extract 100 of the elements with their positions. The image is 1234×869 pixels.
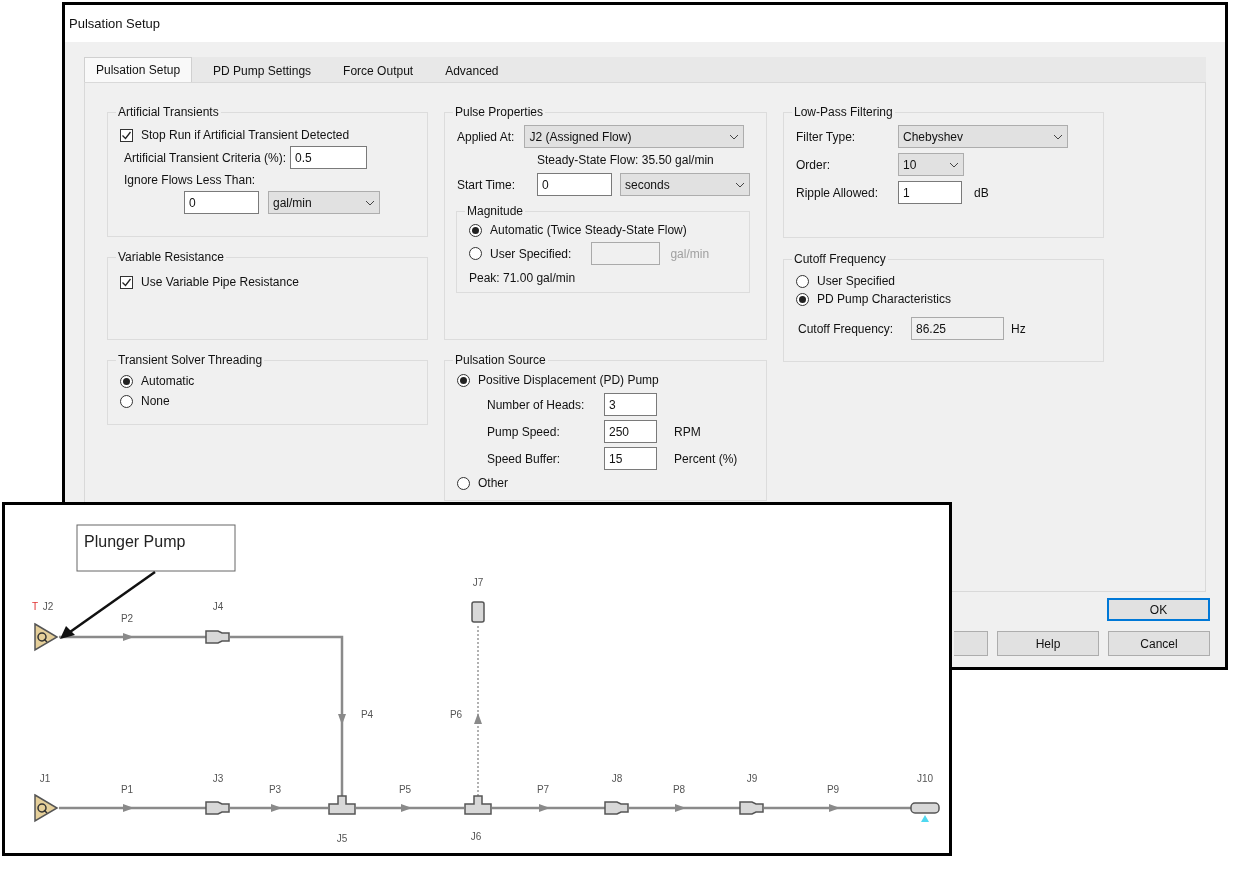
group-title: Variable Resistance <box>117 249 225 266</box>
tab[interactable]: Force Output <box>332 60 425 82</box>
pipe-label: P5 <box>398 784 412 795</box>
group-title: Transient Solver Threading <box>117 352 264 369</box>
radio-label: Automatic <box>141 373 195 390</box>
unit-label: RPM <box>674 423 701 441</box>
radio-button[interactable] <box>796 292 809 306</box>
node-label: J8 <box>611 773 623 784</box>
node-label: J7 <box>472 577 484 588</box>
dead-end-icon <box>471 601 485 623</box>
group-title: Magnitude <box>466 203 525 220</box>
field-label: Speed Buffer: <box>487 450 562 468</box>
field-label: Applied At: <box>457 128 515 146</box>
radio-label: Positive Displacement (PD) Pump <box>478 372 659 389</box>
dialog-button[interactable]: Cancel <box>1108 631 1210 656</box>
callout-label: Plunger Pump <box>84 533 186 550</box>
chevron-down-icon <box>949 161 959 168</box>
pump-icon <box>34 793 59 823</box>
unit-label: Hz <box>1011 320 1026 338</box>
dropdown[interactable]: gal/min <box>268 191 380 214</box>
pipe-label: P4 <box>360 709 374 720</box>
pipe-label: P1 <box>120 784 134 795</box>
dropdown[interactable]: seconds <box>620 173 750 196</box>
tee-icon <box>328 795 356 815</box>
node-label: J2 <box>42 601 54 612</box>
radio-button[interactable] <box>469 247 482 260</box>
tab[interactable]: Pulsation Setup <box>84 57 193 82</box>
field-label: Ignore Flows Less Than: <box>124 173 256 187</box>
junction-icon <box>739 801 764 815</box>
checkbox[interactable] <box>120 128 133 142</box>
radio-label: None <box>141 393 170 410</box>
chevron-down-icon <box>1053 133 1063 140</box>
input-field[interactable]: 0 <box>184 191 259 214</box>
pipe-label: P8 <box>672 784 686 795</box>
field-label: Order: <box>796 156 831 174</box>
unit-label: gal/min <box>670 245 710 263</box>
node-label: J9 <box>746 773 758 784</box>
field-label: Cutoff Frequency: <box>798 320 895 338</box>
checkbox-label: Stop Run if Artificial Transient Detected <box>141 127 350 144</box>
node-label: J4 <box>212 601 224 612</box>
group-title: Pulse Properties <box>454 104 545 121</box>
input-field[interactable]: 3 <box>604 393 657 416</box>
pipe-label: P2 <box>120 613 134 624</box>
radio-button[interactable] <box>120 394 133 408</box>
group-title: Low-Pass Filtering <box>793 104 894 121</box>
radio-label: User Specified: <box>490 245 572 263</box>
tee-icon <box>464 795 492 815</box>
chevron-down-icon <box>365 199 375 206</box>
unit-label: dB <box>974 184 989 202</box>
dialog-button[interactable]: Help <box>997 631 1099 656</box>
radio-button[interactable] <box>796 274 809 288</box>
flag-label: T <box>31 601 39 612</box>
unit-label: Percent (%) <box>674 450 738 468</box>
field-label: Ripple Allowed: <box>796 184 880 202</box>
dropdown[interactable]: J2 (Assigned Flow) <box>524 125 745 148</box>
input-field[interactable]: 0 <box>537 173 612 196</box>
tab[interactable]: Advanced <box>434 60 510 82</box>
pipe-label: P7 <box>536 784 550 795</box>
group-title: Artificial Transients <box>117 104 220 121</box>
info-text: Steady-State Flow: 35.50 gal/min <box>537 152 714 169</box>
junction-icon <box>205 630 230 644</box>
input-field[interactable]: 0.5 <box>290 146 368 169</box>
input-field[interactable]: 1 <box>898 181 962 204</box>
field-label: Artificial Transient Criteria (%): <box>124 149 287 167</box>
node-label: J3 <box>212 773 224 784</box>
info-text: Peak: 71.00 gal/min <box>469 271 576 285</box>
radio-button[interactable] <box>457 373 470 387</box>
radio-label: Automatic (Twice Steady-State Flow) <box>490 222 687 239</box>
dropdown[interactable]: 10 <box>898 153 964 176</box>
input-field[interactable]: 250 <box>604 420 657 443</box>
radio-button[interactable] <box>120 374 133 388</box>
tab[interactable]: PD Pump Settings <box>202 60 323 82</box>
node-label: J1 <box>39 773 51 784</box>
node-label: J10 <box>916 773 934 784</box>
field-label: Number of Heads: <box>487 396 586 414</box>
window-title: Pulsation Setup <box>69 14 161 33</box>
junction-icon <box>604 801 629 815</box>
input-field[interactable]: 15 <box>604 447 657 470</box>
pipe-label: P3 <box>268 784 282 795</box>
junction-icon <box>205 801 230 815</box>
radio-label: PD Pump Characteristics <box>817 291 952 308</box>
field-label: Start Time: <box>457 176 516 194</box>
checkbox-label: Use Variable Pipe Resistance <box>141 274 299 291</box>
node-label: J5 <box>336 833 348 844</box>
checkmark-icon <box>121 129 132 141</box>
radio-button[interactable] <box>469 223 482 237</box>
chevron-down-icon <box>735 181 745 188</box>
dropdown[interactable]: Chebyshev <box>898 125 1068 148</box>
ok-button[interactable]: OK <box>1107 598 1210 621</box>
chevron-down-icon <box>729 133 740 140</box>
pump-icon <box>34 622 59 652</box>
checkmark-icon <box>121 276 132 288</box>
node-label: J6 <box>470 831 482 842</box>
radio-button[interactable] <box>457 476 470 490</box>
radio-label: Other <box>478 475 508 492</box>
group-title: Cutoff Frequency <box>793 251 887 268</box>
outlet-icon <box>910 802 940 822</box>
pipe-label: P6 <box>449 709 463 720</box>
checkbox[interactable] <box>120 275 133 289</box>
radio-label: User Specified <box>817 273 896 290</box>
